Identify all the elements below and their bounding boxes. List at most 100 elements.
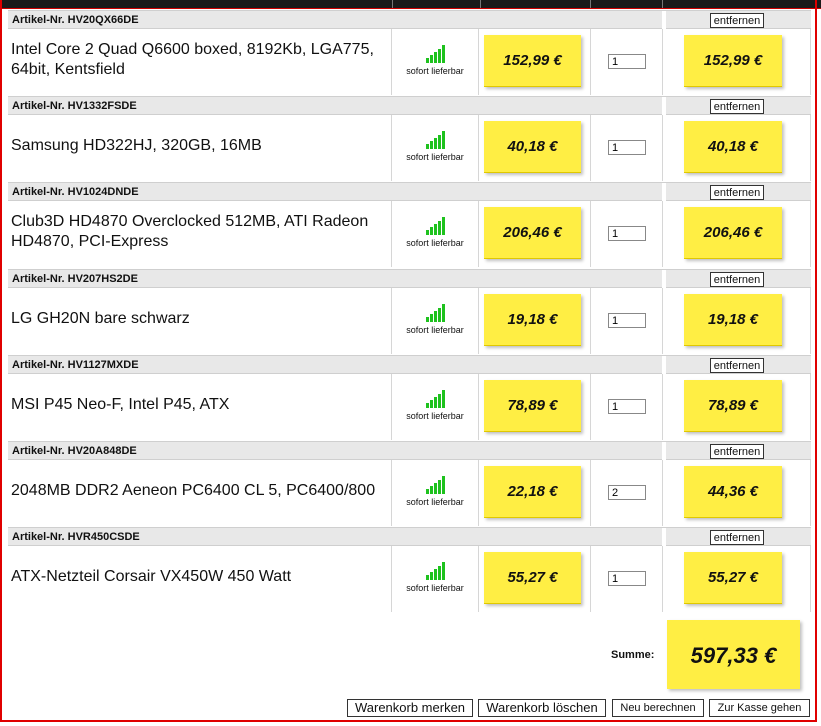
- product-name[interactable]: LG GH20N bare schwarz: [11, 309, 389, 329]
- quantity-input[interactable]: [608, 313, 646, 328]
- product-name-line: Club3D HD4870 Overclocked 512MB, ATI Rad…: [11, 213, 369, 230]
- signal-bars-icon: [426, 131, 446, 149]
- unit-price: 206,46 €: [484, 207, 581, 259]
- product-name[interactable]: 2048MB DDR2 Aeneon PC6400 CL 5, PC6400/8…: [11, 481, 389, 501]
- product-name[interactable]: ATX-Netzteil Corsair VX450W 450 Watt: [11, 567, 389, 587]
- cell-divider: [810, 546, 811, 612]
- availability: sofort lieferbar: [400, 217, 470, 253]
- quantity-input[interactable]: [608, 399, 646, 414]
- cell-divider: [810, 115, 811, 181]
- cell-divider: [662, 29, 663, 95]
- line-total: 152,99 €: [684, 35, 782, 87]
- availability-text: sofort lieferbar: [406, 238, 464, 248]
- product-name[interactable]: MSI P45 Neo-F, Intel P45, ATX: [11, 395, 389, 415]
- cell-divider: [478, 288, 479, 354]
- line-total: 206,46 €: [684, 207, 782, 259]
- availability-text: sofort lieferbar: [406, 497, 464, 507]
- quantity-input[interactable]: [608, 571, 646, 586]
- availability: sofort lieferbar: [400, 304, 470, 340]
- row-gap: [662, 183, 666, 202]
- cart-item: Artikel-Nr. HV20A848DE entfernen 2048MB …: [8, 441, 811, 526]
- availability-text: sofort lieferbar: [406, 325, 464, 335]
- signal-bars-icon: [426, 304, 446, 322]
- article-number-row: Artikel-Nr. HV20A848DE entfernen: [8, 441, 811, 461]
- unit-price: 78,89 €: [484, 380, 581, 432]
- product-row: Club3D HD4870 Overclocked 512MB, ATI Rad…: [8, 201, 811, 267]
- product-row: ATX-Netzteil Corsair VX450W 450 Watt sof…: [8, 546, 811, 612]
- availability-text: sofort lieferbar: [406, 66, 464, 76]
- product-row: 2048MB DDR2 Aeneon PC6400 CL 5, PC6400/8…: [8, 460, 811, 526]
- availability: sofort lieferbar: [400, 390, 470, 426]
- availability: sofort lieferbar: [400, 131, 470, 167]
- cell-divider: [590, 460, 591, 526]
- remove-item-button[interactable]: entfernen: [710, 13, 764, 28]
- line-total: 78,89 €: [684, 380, 782, 432]
- product-name-line: Samsung HD322HJ, 320GB, 16MB: [11, 137, 262, 154]
- article-number: Artikel-Nr. HV207HS2DE: [12, 273, 138, 285]
- signal-bars-icon: [426, 562, 446, 580]
- cell-divider: [662, 201, 663, 267]
- remove-item-button[interactable]: entfernen: [710, 358, 764, 373]
- row-gap: [662, 442, 666, 461]
- clear-cart-button[interactable]: Warenkorb löschen: [478, 699, 606, 717]
- article-number-row: Artikel-Nr. HV20QX66DE entfernen: [8, 10, 811, 30]
- unit-price: 152,99 €: [484, 35, 581, 87]
- cell-divider: [391, 29, 392, 95]
- product-name[interactable]: Samsung HD322HJ, 320GB, 16MB: [11, 136, 389, 156]
- line-total: 40,18 €: [684, 121, 782, 173]
- product-name[interactable]: Intel Core 2 Quad Q6600 boxed, 8192Kb, L…: [11, 40, 389, 80]
- cell-divider: [590, 201, 591, 267]
- recalculate-button[interactable]: Neu berechnen: [612, 699, 704, 717]
- article-number-row: Artikel-Nr. HV1024DNDE entfernen: [8, 182, 811, 202]
- remove-item-button[interactable]: entfernen: [710, 185, 764, 200]
- product-name-line: 2048MB DDR2 Aeneon PC6400 CL 5, PC6400/8…: [11, 482, 376, 499]
- remove-item-button[interactable]: entfernen: [710, 530, 764, 545]
- row-gap: [662, 97, 666, 116]
- cell-divider: [478, 29, 479, 95]
- save-cart-button[interactable]: Warenkorb merken: [347, 699, 473, 717]
- quantity-input[interactable]: [608, 140, 646, 155]
- remove-item-button[interactable]: entfernen: [710, 99, 764, 114]
- cell-divider: [391, 460, 392, 526]
- unit-price: 22,18 €: [484, 466, 581, 518]
- availability-text: sofort lieferbar: [406, 152, 464, 162]
- cell-divider: [810, 201, 811, 267]
- unit-price: 19,18 €: [484, 294, 581, 346]
- summary-total: 597,33 €: [667, 620, 800, 689]
- article-number: Artikel-Nr. HV1024DNDE: [12, 186, 139, 198]
- cell-divider: [810, 288, 811, 354]
- product-row: Intel Core 2 Quad Q6600 boxed, 8192Kb, L…: [8, 29, 811, 95]
- unit-price: 40,18 €: [484, 121, 581, 173]
- availability: sofort lieferbar: [400, 562, 470, 598]
- remove-item-button[interactable]: entfernen: [710, 272, 764, 287]
- cell-divider: [590, 374, 591, 440]
- cell-divider: [662, 546, 663, 612]
- quantity-input[interactable]: [608, 226, 646, 241]
- article-number: Artikel-Nr. HV1332FSDE: [12, 100, 137, 112]
- product-name-line: HD4870, PCI-Express: [11, 233, 169, 250]
- availability-text: sofort lieferbar: [406, 583, 464, 593]
- article-number: Artikel-Nr. HV20QX66DE: [12, 14, 139, 26]
- cell-divider: [391, 546, 392, 612]
- signal-bars-icon: [426, 476, 446, 494]
- row-gap: [662, 270, 666, 289]
- quantity-input[interactable]: [608, 485, 646, 500]
- product-name[interactable]: Club3D HD4870 Overclocked 512MB, ATI Rad…: [11, 212, 389, 252]
- cell-divider: [391, 374, 392, 440]
- article-number-row: Artikel-Nr. HV207HS2DE entfernen: [8, 269, 811, 289]
- row-gap: [662, 356, 666, 375]
- cart-item: Artikel-Nr. HV20QX66DE entfernen Intel C…: [8, 10, 811, 95]
- product-name-line: ATX-Netzteil Corsair VX450W 450 Watt: [11, 568, 292, 585]
- cell-divider: [478, 460, 479, 526]
- cell-divider: [391, 201, 392, 267]
- checkout-button[interactable]: Zur Kasse gehen: [709, 699, 810, 717]
- cell-divider: [810, 460, 811, 526]
- quantity-input[interactable]: [608, 54, 646, 69]
- row-gap: [662, 11, 666, 30]
- cell-divider: [478, 115, 479, 181]
- remove-item-button[interactable]: entfernen: [710, 444, 764, 459]
- summary-label: Summe:: [611, 649, 655, 661]
- article-number-row: Artikel-Nr. HV1127MXDE entfernen: [8, 355, 811, 375]
- cell-divider: [590, 546, 591, 612]
- cell-divider: [590, 29, 591, 95]
